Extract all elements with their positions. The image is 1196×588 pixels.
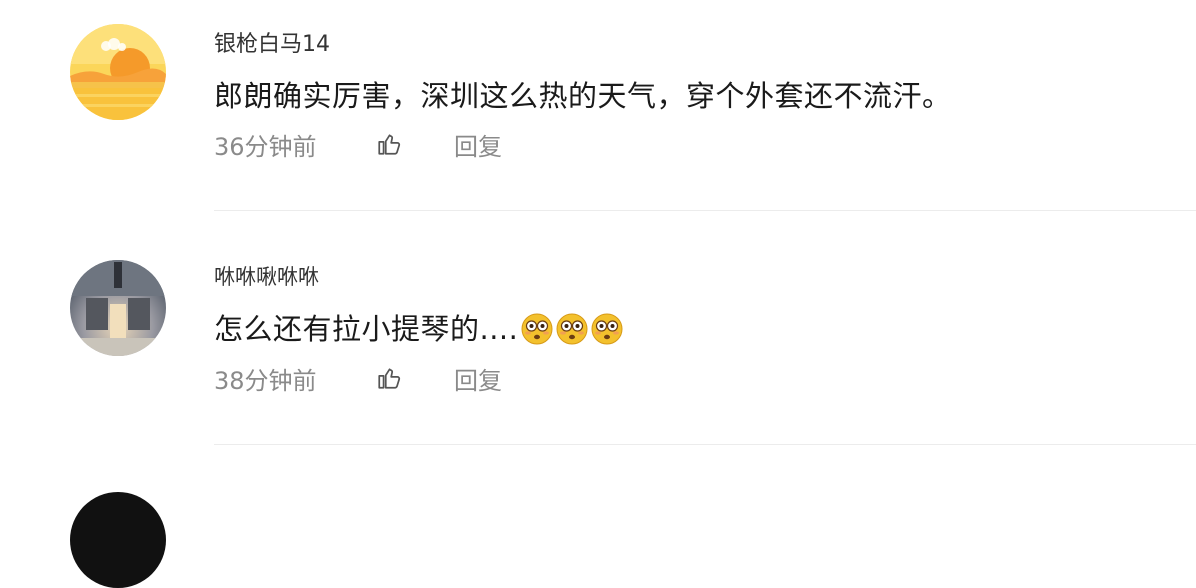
comment-item: 咻咻啾咻咻 怎么还有拉小提琴的.... 38分钟前 回复 [0,211,1196,445]
comment-text-body: 怎么还有拉小提琴的.... [214,312,519,346]
comment-username[interactable]: 咻咻啾咻咻 [214,261,319,291]
flushed-face-emoji-icon [591,313,623,345]
stage-photo-avatar-image [70,260,166,356]
like-button[interactable] [376,363,438,393]
flushed-face-emoji-icon [521,313,553,345]
comment-item: 银枪白马14 郎朗确实厉害，深圳这么热的天气，穿个外套还不流汗。 36分钟前 回… [0,0,1196,211]
avatar[interactable] [70,492,166,588]
avatar[interactable] [70,260,166,356]
comment-meta: 38分钟前 回复 [214,361,502,395]
flushed-face-emoji-icon [556,313,588,345]
comment-username[interactable]: 银枪白马14 [214,26,330,58]
comment-text: 郎朗确实厉害，深圳这么热的天气，穿个外套还不流汗。 [214,79,952,113]
like-button[interactable] [376,129,438,159]
comment-text: 怎么还有拉小提琴的.... [214,306,623,348]
comment-meta: 36分钟前 回复 [214,127,502,161]
sunset-avatar-image [70,24,166,120]
thumbs-up-icon [378,134,401,155]
avatar[interactable] [70,24,166,120]
comment-time: 38分钟前 [214,366,317,395]
thumbs-up-icon [378,368,401,389]
comment-time: 36分钟前 [214,132,317,161]
divider [214,444,1196,445]
reply-button[interactable]: 回复 [454,127,502,162]
reply-button[interactable]: 回复 [454,361,502,396]
